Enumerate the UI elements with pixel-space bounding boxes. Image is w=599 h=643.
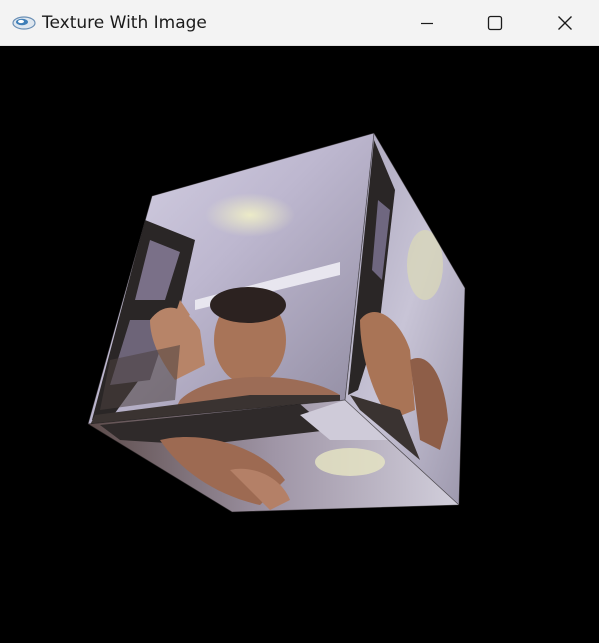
textured-cube [87,132,466,513]
title-bar[interactable]: Texture With Image [0,0,599,46]
maximize-icon [487,15,503,31]
render-canvas[interactable] [0,46,599,643]
close-icon [558,16,572,30]
maximize-button[interactable] [460,0,530,46]
app-window: Texture With Image [0,0,599,643]
opengl-app-icon [12,13,36,33]
cube-face-front [88,133,374,424]
minimize-button[interactable] [392,0,462,46]
window-title: Texture With Image [42,13,207,33]
close-button[interactable] [530,0,599,46]
minimize-icon [421,22,433,25]
